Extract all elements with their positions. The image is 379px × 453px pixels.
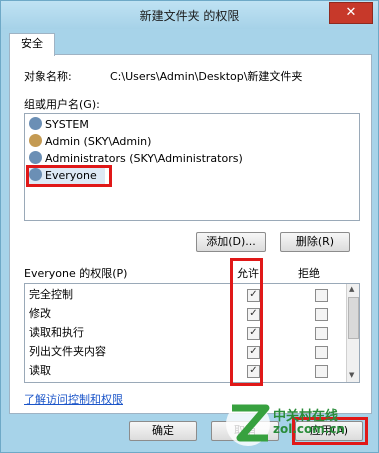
permission-name: 完全控制 (29, 288, 73, 301)
user-name: Admin (SKY\Admin) (45, 135, 152, 148)
ok-button[interactable]: 确定 (129, 421, 197, 441)
permission-name: 读取 (29, 364, 51, 377)
user-name: Administrators (SKY\Administrators) (45, 152, 243, 165)
deny-checkbox[interactable] (315, 289, 328, 302)
deny-checkbox[interactable] (315, 346, 328, 359)
users-label: 组或用户名(G): (24, 98, 100, 111)
window-title: 新建文件夹 的权限 (139, 9, 240, 23)
learn-permissions-link[interactable]: 了解访问控制和权限 (24, 391, 123, 407)
permissions-scrollbar[interactable]: ▲ ▼ (346, 284, 359, 382)
allow-highlight-box (230, 258, 263, 386)
permission-row: 列出文件夹内容 (29, 343, 106, 360)
object-name-value: C:\Users\Admin\Desktop\新建文件夹 (110, 70, 303, 83)
permission-name: 修改 (29, 307, 51, 320)
permissions-dialog: 新建文件夹 的权限 ✕ 安全 对象名称: C:\Users\Admin\Desk… (0, 0, 379, 453)
permission-row: 完全控制 (29, 286, 73, 303)
remove-button[interactable]: 删除(R) (280, 232, 350, 252)
permission-row: 修改 (29, 305, 51, 322)
highlight-box (26, 165, 112, 187)
watermark-sub: zol.com.cn (273, 422, 345, 436)
scroll-thumb[interactable] (348, 297, 359, 339)
deny-checkbox[interactable] (315, 327, 328, 340)
deny-checkbox[interactable] (315, 365, 328, 378)
scroll-up-icon[interactable]: ▲ (349, 285, 354, 293)
permissions-list: 完全控制 修改 读取和执行 列出文件夹内容 读取 ✓ ✓ ✓ ✓ ✓ ▲ ▼ (24, 283, 360, 383)
object-name-label: 对象名称: (24, 70, 72, 83)
deny-header: 拒绝 (298, 267, 320, 280)
permission-name: 读取和执行 (29, 326, 84, 339)
security-panel: 对象名称: C:\Users\Admin\Desktop\新建文件夹 组或用户名… (9, 54, 372, 414)
group-icon (29, 151, 42, 164)
permission-name: 列出文件夹内容 (29, 345, 106, 358)
user-name: SYSTEM (45, 118, 89, 131)
users-list[interactable]: SYSTEM Admin (SKY\Admin) Administrators … (24, 113, 360, 221)
permissions-label: Everyone 的权限(P) (24, 267, 128, 280)
permission-row: 读取和执行 (29, 324, 84, 341)
list-item[interactable]: SYSTEM (29, 117, 89, 133)
title-bar[interactable]: 新建文件夹 的权限 ✕ (1, 1, 378, 29)
group-icon (29, 117, 42, 130)
tab-security[interactable]: 安全 (9, 33, 55, 56)
deny-checkbox[interactable] (315, 308, 328, 321)
close-button[interactable]: ✕ (329, 2, 373, 24)
user-icon (29, 134, 42, 147)
permission-row: 读取 (29, 362, 51, 379)
list-item[interactable]: Admin (SKY\Admin) (29, 134, 151, 150)
scroll-down-icon[interactable]: ▼ (349, 371, 354, 379)
add-button[interactable]: 添加(D)... (196, 232, 266, 252)
